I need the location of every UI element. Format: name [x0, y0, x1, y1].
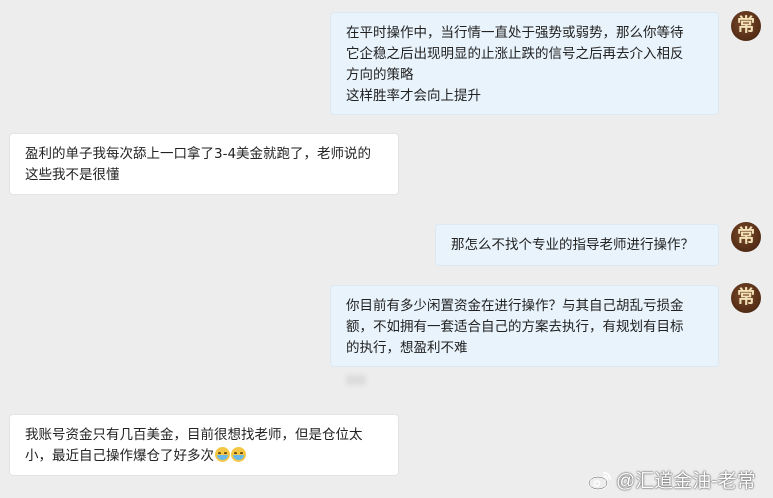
message-bubble-other[interactable]: 我账号资金只有几百美金，目前很想找老师，但是仓位太 小，最近自己操作爆仓了好多次 — [9, 414, 399, 476]
message-text-line: 这些我不是很懂 — [25, 167, 120, 183]
watermark-text: @汇道金油-老常 — [616, 471, 756, 492]
message-text-line: 那怎么不找个专业的指导老师进行操作？ — [451, 237, 694, 253]
message-bubble-self[interactable]: 在平时操作中，当行情一直处于强势或弱势，那么你等待 它企稳之后出现明显的止涨止跌… — [330, 12, 719, 115]
crying-face-icon — [215, 447, 230, 462]
message-text-line: 它企稳之后出现明显的止涨止跌的信号之后再去介入相反 — [346, 46, 684, 62]
blurred-text — [346, 375, 366, 385]
message-text-line: 你目前有多少闲置资金在进行操作？与其自己胡乱亏损金 — [346, 298, 684, 314]
message-text-line-with-emoji: 小，最近自己操作爆仓了好多次 — [25, 446, 384, 467]
message-text-line: 盈利的单子我每次舔上一口拿了3-4美金就跑了，老师说的 — [25, 146, 372, 162]
message-text-line: 额，不如拥有一套适合自己的方案去执行，有规划有目标 — [346, 319, 684, 335]
weibo-logo-icon — [588, 471, 611, 490]
message-bubble-other[interactable]: 盈利的单子我每次舔上一口拿了3-4美金就跑了，老师说的 这些我不是很懂 — [9, 133, 399, 195]
message-bubble-self[interactable]: 你目前有多少闲置资金在进行操作？与其自己胡乱亏损金 额，不如拥有一套适合自己的方… — [330, 285, 719, 367]
avatar[interactable]: 常 — [731, 11, 761, 41]
message-text-line: 这样胜率才会向上提升 — [346, 88, 481, 104]
message-text-line: 方向的策略 — [346, 67, 414, 83]
message-text-line: 我账号资金只有几百美金，目前很想找老师，但是仓位太 — [25, 427, 363, 443]
message-bubble-self[interactable]: 那怎么不找个专业的指导老师进行操作？ — [435, 224, 719, 266]
message-text-line: 的执行，想盈利不难 — [346, 340, 468, 356]
crying-face-icon — [231, 447, 246, 462]
avatar[interactable]: 常 — [731, 283, 761, 313]
avatar[interactable]: 常 — [731, 222, 761, 252]
watermark: @汇道金油-老常 — [588, 466, 756, 493]
message-text: 小，最近自己操作爆仓了好多次 — [25, 448, 214, 464]
message-text-line: 在平时操作中，当行情一直处于强势或弱势，那么你等待 — [346, 25, 684, 41]
